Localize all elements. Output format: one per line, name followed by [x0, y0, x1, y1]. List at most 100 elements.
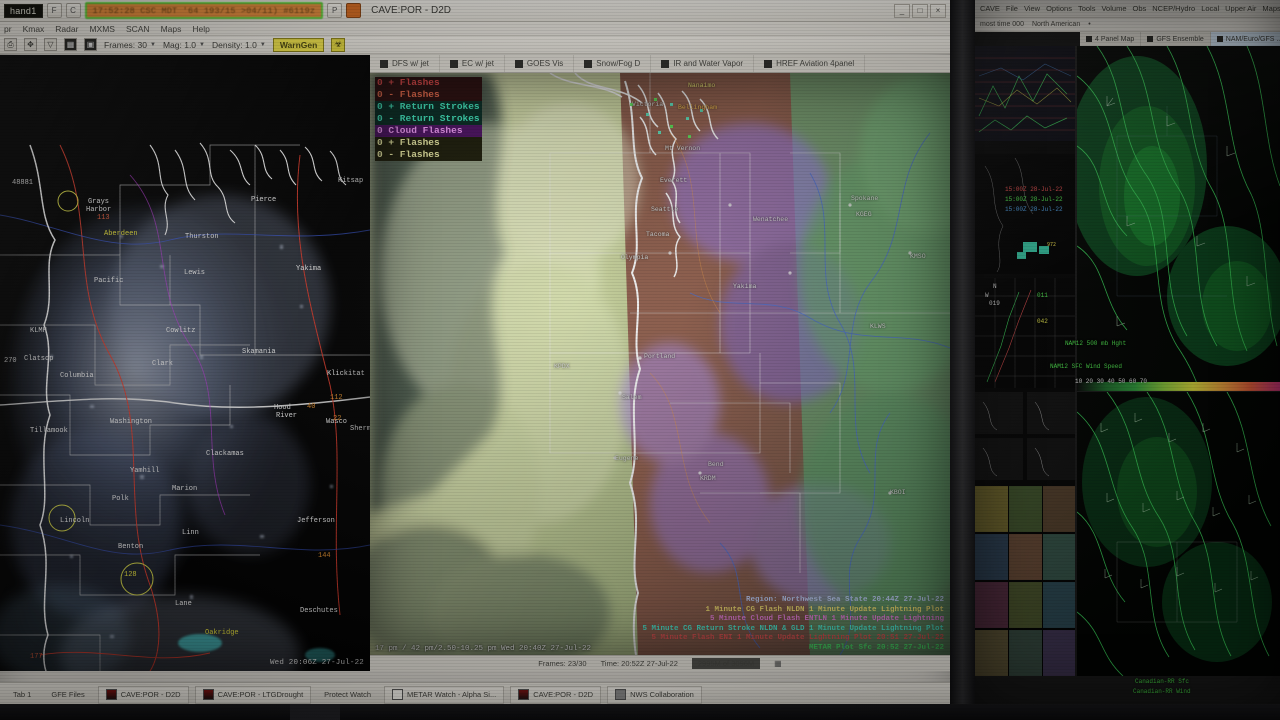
- radar-map-label: Sherman: [350, 425, 370, 433]
- lightning-legend-entry: 0 + Flashes: [375, 137, 482, 149]
- grid-icon[interactable]: ▣: [84, 38, 97, 51]
- radar-map-label: Pierce: [251, 196, 277, 204]
- taskbar-item-label: METAR Watch - Alpha Si...: [407, 690, 497, 699]
- satellite-tab-ec-w-jet[interactable]: EC w/ jet: [440, 55, 505, 72]
- satellite-city-label: Mt Vernon: [665, 145, 701, 152]
- right-panel-label: 15:00Z 28-Jul-22: [1005, 186, 1063, 193]
- pan-icon[interactable]: ✥: [24, 38, 37, 51]
- taskbar-item[interactable]: CAVE:POR - LTGDrought: [194, 685, 312, 704]
- right-menu-item-view[interactable]: View: [1024, 4, 1040, 13]
- right-menu-item-obs[interactable]: Obs: [1133, 4, 1147, 13]
- taskbar-item[interactable]: Protect Watch: [317, 686, 378, 704]
- satellite-city-label: KPDX: [554, 363, 570, 370]
- right-menu-item-options[interactable]: Options: [1046, 4, 1072, 13]
- printer-icon[interactable]: ⎙: [4, 38, 17, 51]
- workstation-photo: hand1 F C 17:52:28 CSC MDT '64 193/15 >0…: [0, 0, 1280, 720]
- menu-item-radar[interactable]: Radar: [55, 24, 78, 34]
- nam-500mb-panel[interactable]: [1077, 46, 1280, 384]
- taskbar-item[interactable]: GFE Files: [44, 686, 91, 704]
- right-menu-item-ncep-hydro[interactable]: NCEP/Hydro: [1152, 4, 1195, 13]
- warngen-icon[interactable]: ☣: [331, 37, 346, 52]
- satellite-tab-dfs-w-jet[interactable]: DFS w/ jet: [370, 55, 440, 72]
- right-tab-gfs-ensemble[interactable]: GFS Ensemble: [1141, 32, 1211, 46]
- right-tab-label: GFS Ensemble: [1156, 35, 1204, 43]
- right-tab-nam-euro-gfs-[interactable]: NAM/Euro/GFS ...: [1210, 32, 1280, 46]
- taskbar-item[interactable]: CAVE:POR - D2D: [510, 685, 602, 704]
- mag-combo[interactable]: Mag: 1.0 ▼: [163, 40, 205, 50]
- minimize-button[interactable]: _: [894, 3, 910, 18]
- zoom-icon[interactable]: ▽: [44, 38, 57, 51]
- menu-item-mxms[interactable]: MXMS: [89, 24, 115, 34]
- right-menu-item-maps[interactable]: Maps: [1262, 4, 1280, 13]
- right-menu-item-volume[interactable]: Volume: [1101, 4, 1126, 13]
- satellite-city-label: Yakima: [733, 283, 757, 290]
- right-panel-label: N: [993, 283, 997, 290]
- right-menu-bar: CAVE File View Options Tools Volume Obs NCEP/Hy…: [975, 0, 1280, 18]
- satellite-city-label: Spokane: [851, 195, 879, 202]
- satellite-city-label: Bellingham: [678, 104, 718, 111]
- right-menu-item-cave[interactable]: CAVE: [980, 4, 1000, 13]
- radar-map-label: Lincoln: [60, 517, 90, 525]
- radar-display-panel[interactable]: Grays Harbor 113 Aberdeen Thurston Pierce Paci…: [0, 55, 370, 671]
- radar-status-field[interactable]: 17:52:28 CSC MDT '64 193/15 >04/11) #611…: [84, 2, 324, 19]
- menu-item-pr[interactable]: pr: [4, 24, 12, 34]
- memory-menu-icon[interactable]: ▦: [774, 659, 782, 668]
- right-toolbar-item[interactable]: North American: [1032, 21, 1080, 28]
- satellite-city-label: Salem: [622, 394, 642, 401]
- chevron-down-icon: ▼: [259, 41, 266, 48]
- menu-item-kmax[interactable]: Kmax: [23, 24, 45, 34]
- right-tab-label: NAM/Euro/GFS ...: [1225, 35, 1280, 43]
- image-icon[interactable]: ▦: [64, 38, 77, 51]
- taskbar-item-label: CAVE:POR - D2D: [533, 690, 594, 699]
- satellite-city-label: Eugene: [615, 455, 639, 462]
- monitor-stand: [290, 704, 340, 720]
- right-menu-item-tools[interactable]: Tools: [1078, 4, 1096, 13]
- right-toolbar-item[interactable]: •: [1088, 21, 1090, 28]
- canadian-wind-panel[interactable]: [1077, 392, 1280, 676]
- menu-item-scan[interactable]: SCAN: [126, 24, 150, 34]
- monitor-bezel-gap: [950, 0, 975, 720]
- satellite-tab-href-aviation-4panel[interactable]: HREF Aviation 4panel: [754, 55, 866, 72]
- radar-map-label: Lane: [175, 600, 192, 608]
- satellite-product-label: Region: Northwest Sea State 20:44Z 27-Ju…: [745, 596, 944, 604]
- lightning-legend-entry: 0 - Flashes: [375, 89, 482, 101]
- taskbar-item[interactable]: NWS Collaboration: [607, 685, 702, 704]
- radar-map-label: Klickitat: [327, 370, 365, 378]
- right-menu-item-local[interactable]: Local: [1201, 4, 1219, 13]
- frames-combo[interactable]: Frames: 30 ▼: [104, 40, 156, 50]
- satellite-product-label: 5 Minute Cloud Flash ENTLN 1 Minute Upda…: [709, 615, 944, 623]
- taskbar-item[interactable]: Tab 1: [6, 686, 38, 704]
- right-menu-item-upper-air[interactable]: Upper Air: [1225, 4, 1256, 13]
- radar-map-label: 40: [307, 403, 316, 411]
- radar-map-label: 128: [124, 571, 137, 579]
- satellite-tab-goes-vis[interactable]: GOES Vis: [505, 55, 575, 72]
- lightning-legend-entry: 0 Cloud Flashes: [375, 125, 482, 137]
- density-combo[interactable]: Density: 1.0 ▼: [212, 40, 266, 50]
- button-c[interactable]: C: [65, 3, 81, 18]
- button-f[interactable]: F: [46, 3, 62, 18]
- right-tab-4-panel-map[interactable]: 4 Panel Map: [1080, 32, 1142, 46]
- close-button[interactable]: ×: [930, 3, 946, 18]
- os-taskbar: Tab 1 GFE Files CAVE:POR - D2D CAVE:POR - L…: [0, 682, 950, 706]
- right-tab-bar: 4 Panel Map GFS Ensemble NAM/Euro/GFS ...: [1080, 32, 1280, 46]
- menu-item-maps[interactable]: Maps: [161, 24, 182, 34]
- radar-map-label: Hood: [274, 404, 291, 412]
- satellite-tab-ir-and-water-vapor[interactable]: IR and Water Vapor: [651, 55, 755, 72]
- right-toolbar-item[interactable]: most time 000: [980, 21, 1024, 28]
- radar-map-label: Tillamook: [30, 427, 68, 435]
- menu-item-help[interactable]: Help: [192, 24, 209, 34]
- right-panel-label: W: [985, 292, 989, 299]
- warngen-button[interactable]: WarnGen: [272, 37, 325, 52]
- taskbar-item[interactable]: CAVE:POR - D2D: [97, 685, 189, 704]
- satellite-tab-snow-fog-d[interactable]: Snow/Fog D: [574, 55, 652, 72]
- radar-map-label: Jefferson: [297, 517, 335, 525]
- thumbnail-column-left[interactable]: 972: [975, 46, 1075, 676]
- lightning-legend-entry: 0 + Flashes: [375, 77, 482, 89]
- right-menu-item-file[interactable]: File: [1006, 4, 1018, 13]
- maximize-button[interactable]: □: [912, 3, 928, 18]
- button-p[interactable]: P: [327, 3, 343, 18]
- taskbar-item[interactable]: METAR Watch - Alpha Si...: [384, 685, 505, 704]
- satellite-display-panel[interactable]: Bellingham Mt Vernon Everett Seattle Tacoma W…: [370, 73, 950, 655]
- radar-map-label: Clark: [152, 360, 174, 368]
- right-panel-label: 011: [1037, 292, 1048, 299]
